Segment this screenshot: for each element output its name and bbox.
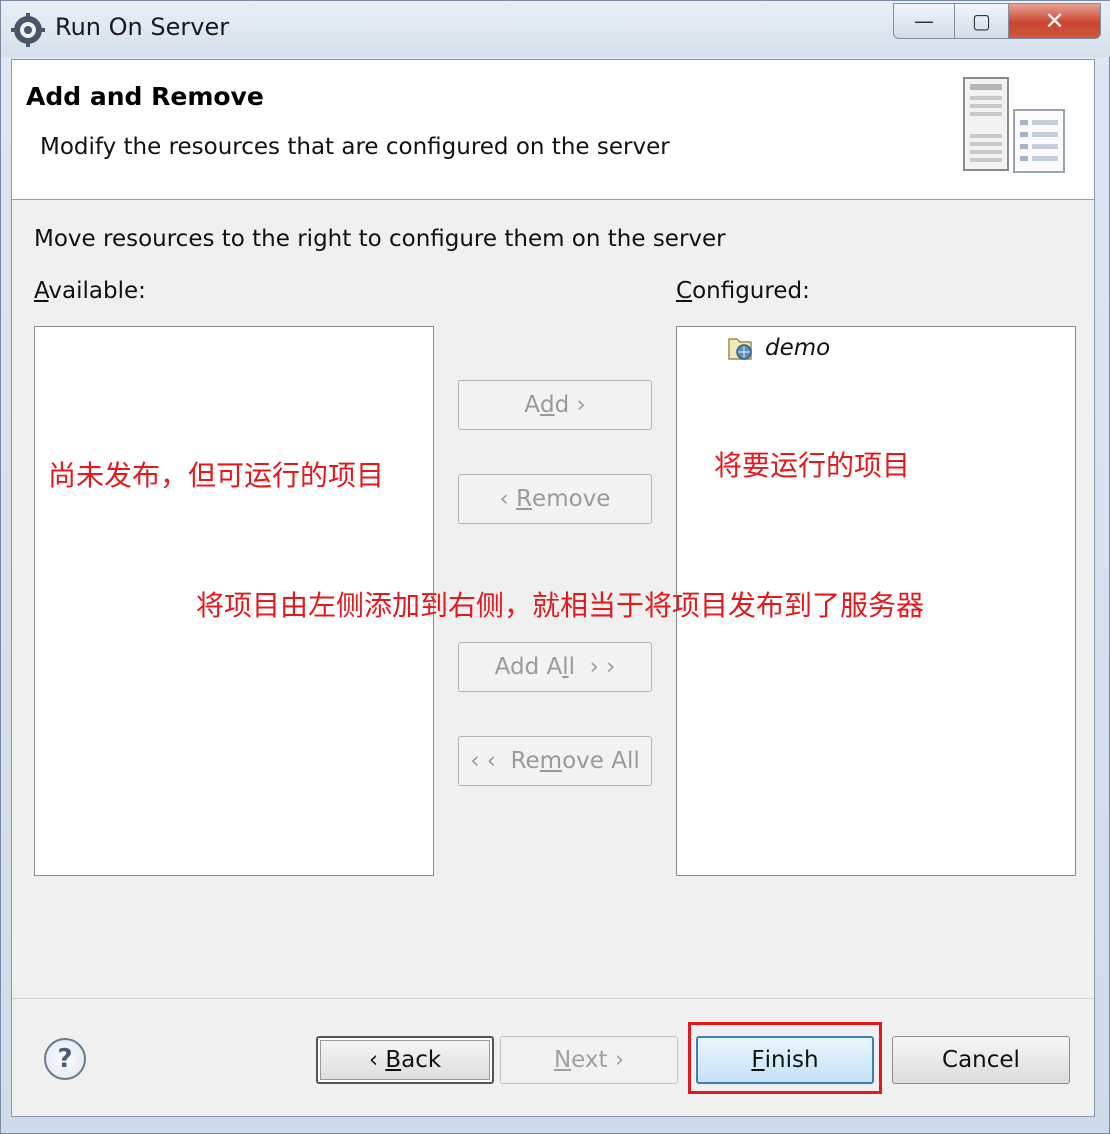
maximize-icon: ▢ <box>972 9 991 33</box>
page-title: Add and Remove <box>26 82 264 111</box>
add-all-button[interactable]: Add All › › <box>458 642 652 692</box>
window-title: Run On Server <box>55 13 230 41</box>
configured-label: Configured: <box>676 278 810 304</box>
remove-button[interactable]: ‹ Remove <box>458 474 652 524</box>
finish-button[interactable]: Finish <box>696 1036 874 1084</box>
back-button[interactable]: ‹ Back <box>316 1036 494 1084</box>
minimize-button[interactable]: — <box>893 3 955 39</box>
maximize-button[interactable]: ▢ <box>955 3 1009 39</box>
cancel-button[interactable]: Cancel <box>892 1036 1070 1084</box>
dialog-client-area: Add and Remove Modify the resources that… <box>11 59 1095 1117</box>
close-icon: ✕ <box>1044 7 1065 35</box>
available-label: Available: <box>34 278 146 304</box>
web-project-icon <box>728 338 752 360</box>
configured-annotation: 将要运行的项目 <box>714 449 911 482</box>
remove-all-button[interactable]: ‹ ‹ Re m ove All <box>458 736 652 786</box>
available-annotation: 尚未发布，但可运行的项目 <box>48 459 385 492</box>
project-label: demo <box>765 335 831 361</box>
server-gear-icon <box>11 13 45 47</box>
list-item[interactable]: demo <box>725 333 830 363</box>
run-on-server-window: Run On Server — ▢ ✕ Add and Remove Modif… <box>0 0 1110 1134</box>
help-button[interactable]: ? <box>44 1038 86 1080</box>
title-bar: Run On Server — ▢ ✕ <box>1 1 1110 57</box>
server-wizard-icon <box>963 77 1065 173</box>
minimize-icon: — <box>914 9 934 33</box>
footer-divider <box>12 998 1094 999</box>
wizard-header: Add and Remove Modify the resources that… <box>12 60 1094 200</box>
instruction-text: Move resources to the right to configure… <box>34 226 726 252</box>
center-annotation: 将项目由左侧添加到右侧，就相当于将项目发布到了服务器 <box>196 589 925 622</box>
next-button[interactable]: Next › <box>500 1036 678 1084</box>
close-button[interactable]: ✕ <box>1009 3 1101 39</box>
page-description: Modify the resources that are configured… <box>40 134 670 160</box>
window-controls: — ▢ ✕ <box>893 3 1101 39</box>
help-icon: ? <box>57 1044 73 1074</box>
add-button[interactable]: Add › <box>458 380 652 430</box>
